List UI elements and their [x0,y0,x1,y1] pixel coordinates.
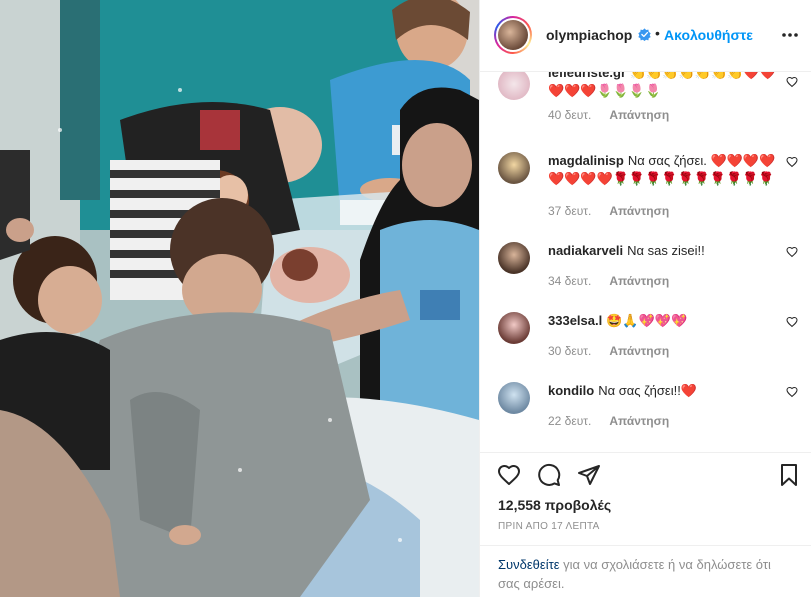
comments-list[interactable]: lefleuriste.gr 👏👏👏👏👏👏👏❤️❤️❤️❤️❤️🌷🌷🌷🌷 40 δ… [480,72,811,452]
comment-username[interactable]: lefleuriste.gr [548,72,626,80]
comment-item: 333elsa.l 🤩🙏💖💖💖 30 δευτ. Απάντηση [480,310,811,372]
reply-button[interactable]: Απάντηση [609,204,669,218]
comment-avatar[interactable] [498,312,530,344]
reply-button[interactable]: Απάντηση [609,274,669,288]
post-video[interactable] [0,0,479,597]
login-prompt: Συνδεθείτε για να σχολιάσετε ή να δηλώσε… [480,545,811,597]
view-count[interactable]: 12,558 προβολές [498,497,611,513]
comment-time: 30 δευτ. [548,344,592,358]
comment-text: 🤩🙏💖💖💖 [606,313,688,328]
post-actions-bar [480,452,811,496]
comment-avatar[interactable] [498,382,530,414]
verified-badge-icon [638,28,651,41]
comment-item: kondilo Να σας ζήσει!!❤️ 22 δευτ. Απάντηση [480,380,811,442]
post-time-ago[interactable]: ΠΡΙΝ ΑΠΟ 17 ΛΕΠΤΑ [498,521,600,532]
comment-username[interactable]: 333elsa.l [548,313,602,328]
header-separator: • [655,25,660,41]
comment-username[interactable]: magdalinisp [548,153,624,168]
comment-item: lefleuriste.gr 👏👏👏👏👏👏👏❤️❤️❤️❤️❤️🌷🌷🌷🌷 40 δ… [480,72,811,144]
paper-plane-icon[interactable] [577,463,601,487]
comment-time: 34 δευτ. [548,274,592,288]
follow-button[interactable]: Ακολουθήστε [664,27,753,43]
comment-username[interactable]: nadiakarveli [548,243,623,258]
comment-username[interactable]: kondilo [548,383,594,398]
comment-time: 40 δευτ. [548,108,592,122]
comment-like-heart-icon[interactable] [786,156,798,168]
more-options-icon[interactable] [780,25,800,45]
comment-time: 37 δευτ. [548,204,592,218]
comment-like-heart-icon[interactable] [786,246,798,258]
comment-avatar[interactable] [498,72,530,100]
heart-icon[interactable] [497,463,521,487]
comment-item: magdalinisp Να σας ζήσει. ❤️❤️❤️❤️❤️❤️❤️❤… [480,152,811,232]
comment-text: Να sas zisei!! [627,243,705,258]
video-frame-illustration [0,0,479,597]
login-link[interactable]: Συνδεθείτε [498,557,560,572]
reply-button[interactable]: Απάντηση [609,108,669,122]
comment-icon[interactable] [537,463,561,487]
comment-like-heart-icon[interactable] [786,386,798,398]
author-avatar[interactable] [494,16,532,54]
comment-avatar[interactable] [498,152,530,184]
author-username[interactable]: olympiachop [546,27,632,43]
bookmark-icon[interactable] [777,463,801,487]
comment-like-heart-icon[interactable] [786,76,798,88]
comment-avatar[interactable] [498,242,530,274]
post-side-panel: olympiachop • Ακολουθήστε lefleuriste.gr… [479,0,811,597]
comment-like-heart-icon[interactable] [786,316,798,328]
comment-text: Να σας ζήσει!!❤️ [598,383,697,398]
post-header: olympiachop • Ακολουθήστε [480,0,811,72]
reply-button[interactable]: Απάντηση [609,344,669,358]
comment-item: nadiakarveli Να sas zisei!! 34 δευτ. Απάντ… [480,240,811,302]
reply-button[interactable]: Απάντηση [609,414,669,428]
comment-time: 22 δευτ. [548,414,592,428]
